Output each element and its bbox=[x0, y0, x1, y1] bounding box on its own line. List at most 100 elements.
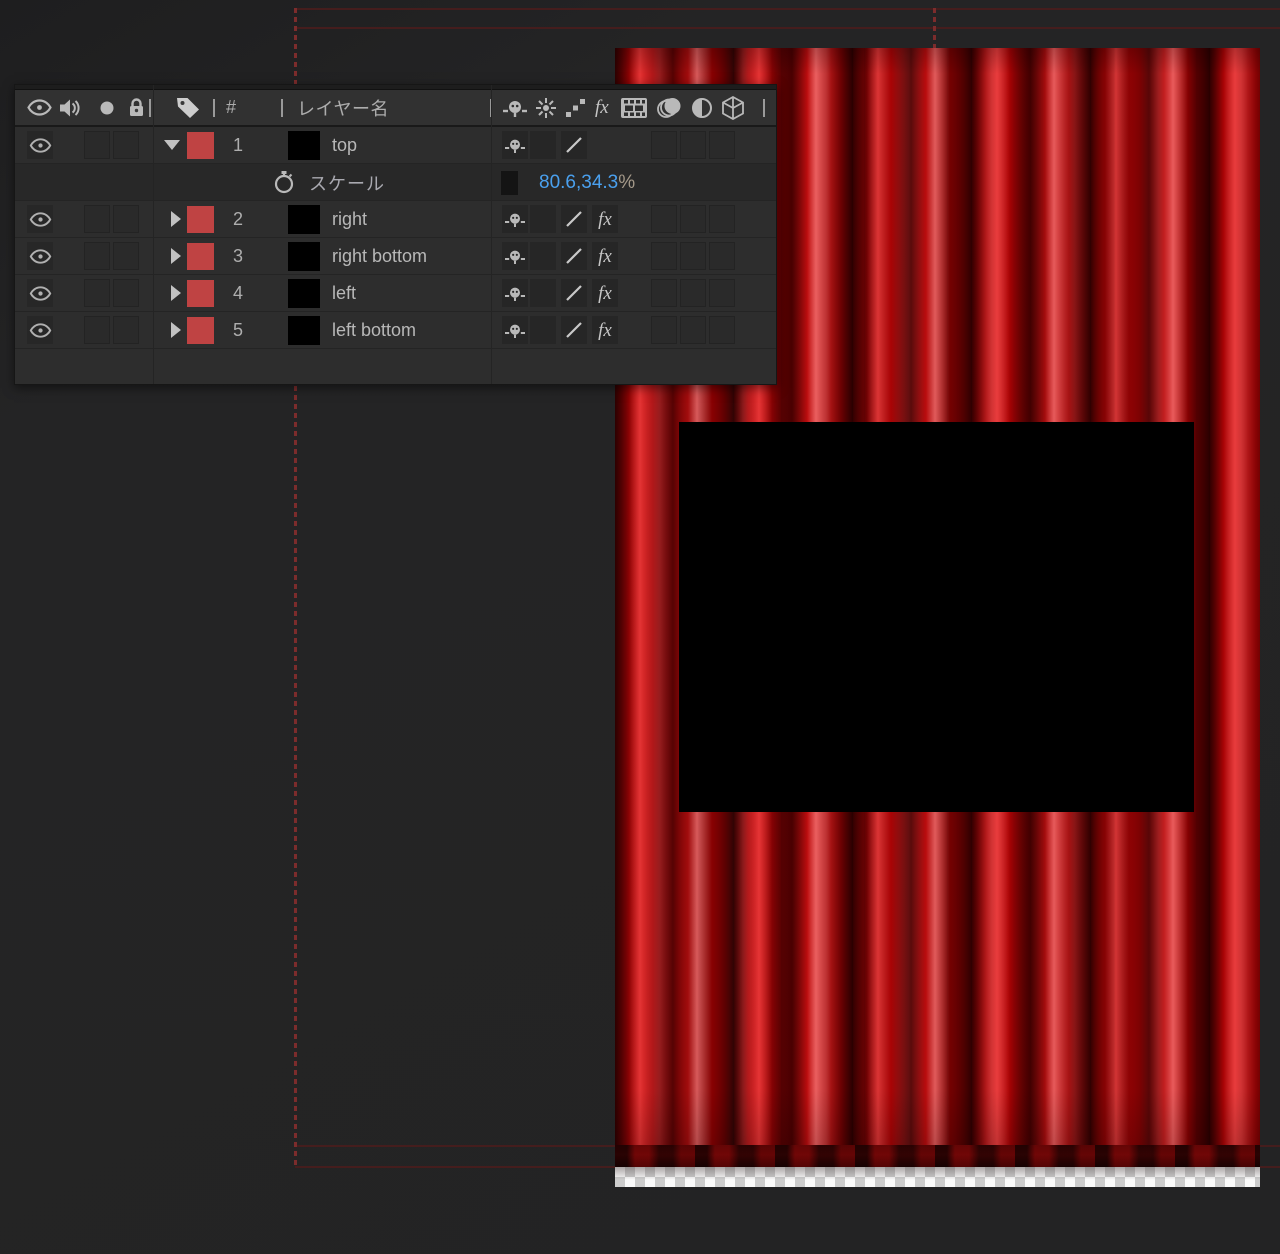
collapse-switch[interactable] bbox=[530, 205, 556, 233]
visibility-eye-toggle[interactable] bbox=[27, 316, 53, 344]
panel-empty-area bbox=[15, 349, 776, 384]
solo-toggle[interactable] bbox=[113, 242, 139, 270]
motion-blur-icon bbox=[657, 90, 683, 125]
composition-viewer[interactable]: # レイヤー名 fx bbox=[0, 0, 1280, 1254]
audio-toggle[interactable] bbox=[84, 316, 110, 344]
quality-switch[interactable] bbox=[561, 279, 587, 307]
layer-name[interactable]: right bbox=[332, 201, 367, 238]
shy-switch[interactable] bbox=[502, 131, 528, 159]
layer-row-left-bottom[interactable]: 5 left bottom fx bbox=[15, 312, 776, 349]
motion-blur-switch[interactable] bbox=[651, 242, 677, 270]
collapse-switch[interactable] bbox=[530, 131, 556, 159]
layer-name[interactable]: right bottom bbox=[332, 238, 427, 275]
shy-icon bbox=[503, 90, 527, 125]
fx-switch[interactable]: fx bbox=[592, 242, 618, 270]
expand-collapse-arrow[interactable] bbox=[163, 242, 189, 270]
guide-top-inner bbox=[295, 27, 1280, 29]
scale-value-unit: % bbox=[618, 172, 635, 194]
fx-switch[interactable]: fx bbox=[592, 279, 618, 307]
shy-switch[interactable] bbox=[502, 316, 528, 344]
motion-blur-switch[interactable] bbox=[651, 279, 677, 307]
audio-toggle[interactable] bbox=[84, 279, 110, 307]
property-name[interactable]: スケール bbox=[309, 164, 385, 201]
layer-row-right-bottom[interactable]: 3 right bottom fx bbox=[15, 238, 776, 275]
layer-index: 4 bbox=[233, 275, 243, 312]
quality-switch[interactable] bbox=[561, 242, 587, 270]
quality-icon bbox=[563, 90, 587, 125]
frame-blend-icon bbox=[620, 90, 648, 125]
solo-toggle[interactable] bbox=[113, 131, 139, 159]
3d-switch[interactable] bbox=[709, 131, 735, 159]
adjustment-switch[interactable] bbox=[680, 316, 706, 344]
collapse-switch[interactable] bbox=[530, 242, 556, 270]
shy-switch[interactable] bbox=[502, 279, 528, 307]
layer-name[interactable]: left bottom bbox=[332, 312, 416, 349]
column-rule bbox=[491, 85, 492, 384]
expand-collapse-arrow[interactable] bbox=[163, 205, 189, 233]
stopwatch-icon[interactable] bbox=[271, 168, 297, 196]
layer-index: 5 bbox=[233, 312, 243, 349]
adjustment-switch[interactable] bbox=[680, 279, 706, 307]
scale-value[interactable]: 80.6,34.3% bbox=[539, 164, 635, 201]
audio-toggle[interactable] bbox=[84, 131, 110, 159]
panel-header-row: # レイヤー名 fx bbox=[15, 90, 776, 127]
shy-switch[interactable] bbox=[502, 242, 528, 270]
solo-icon bbox=[99, 90, 115, 125]
3d-switch[interactable] bbox=[709, 242, 735, 270]
solo-toggle[interactable] bbox=[113, 316, 139, 344]
black-solid-region[interactable] bbox=[679, 422, 1194, 812]
quality-switch[interactable] bbox=[561, 205, 587, 233]
layer-name[interactable]: left bbox=[332, 275, 356, 312]
collapse-switch[interactable] bbox=[530, 279, 556, 307]
solo-toggle[interactable] bbox=[113, 279, 139, 307]
quality-switch[interactable] bbox=[561, 131, 587, 159]
shy-switch[interactable] bbox=[502, 205, 528, 233]
adjustment-switch[interactable] bbox=[680, 131, 706, 159]
3d-switch[interactable] bbox=[709, 279, 735, 307]
transparency-checkerboard bbox=[615, 1167, 1260, 1187]
expand-collapse-arrow[interactable] bbox=[163, 316, 189, 344]
layer-thumbnail bbox=[288, 205, 320, 234]
layer-row-right[interactable]: 2 right fx bbox=[15, 201, 776, 238]
property-row-scale[interactable]: スケール 80.6,34.3% bbox=[15, 164, 776, 201]
expand-collapse-arrow[interactable] bbox=[163, 279, 189, 307]
guide-top-outer bbox=[295, 8, 1280, 10]
motion-blur-switch[interactable] bbox=[651, 205, 677, 233]
expand-collapse-arrow[interactable] bbox=[159, 131, 185, 159]
layer-row-top[interactable]: 1 top bbox=[15, 127, 776, 164]
guide-center-dashed bbox=[933, 8, 936, 50]
layer-name[interactable]: top bbox=[332, 127, 357, 164]
layer-index: 2 bbox=[233, 201, 243, 238]
layer-index: 1 bbox=[233, 127, 243, 164]
visibility-eye-toggle[interactable] bbox=[27, 242, 53, 270]
audio-toggle[interactable] bbox=[84, 205, 110, 233]
solo-toggle[interactable] bbox=[113, 205, 139, 233]
3d-switch[interactable] bbox=[709, 316, 735, 344]
layer-row-left[interactable]: 4 left fx bbox=[15, 275, 776, 312]
layer-color-label[interactable] bbox=[187, 317, 214, 344]
3d-layer-icon bbox=[720, 90, 746, 125]
adjustment-switch[interactable] bbox=[680, 205, 706, 233]
motion-blur-switch[interactable] bbox=[651, 316, 677, 344]
adjustment-layer-icon bbox=[691, 90, 713, 125]
motion-blur-switch[interactable] bbox=[651, 131, 677, 159]
visibility-eye-toggle[interactable] bbox=[27, 205, 53, 233]
3d-switch[interactable] bbox=[709, 205, 735, 233]
adjustment-switch[interactable] bbox=[680, 242, 706, 270]
layer-color-label[interactable] bbox=[187, 206, 214, 233]
fx-switch[interactable]: fx bbox=[592, 205, 618, 233]
layer-color-label[interactable] bbox=[187, 132, 214, 159]
visibility-eye-toggle[interactable] bbox=[27, 279, 53, 307]
layer-color-label[interactable] bbox=[187, 280, 214, 307]
timeline-layer-panel[interactable]: # レイヤー名 fx bbox=[14, 84, 777, 385]
visibility-eye-toggle[interactable] bbox=[27, 131, 53, 159]
header-divider bbox=[281, 99, 283, 117]
fx-switch[interactable]: fx bbox=[592, 316, 618, 344]
scale-value-number[interactable]: 80.6,34.3 bbox=[539, 172, 618, 194]
header-divider bbox=[213, 99, 215, 117]
collapse-switch[interactable] bbox=[530, 316, 556, 344]
layer-color-label[interactable] bbox=[187, 243, 214, 270]
layer-index: 3 bbox=[233, 238, 243, 275]
audio-toggle[interactable] bbox=[84, 242, 110, 270]
quality-switch[interactable] bbox=[561, 316, 587, 344]
